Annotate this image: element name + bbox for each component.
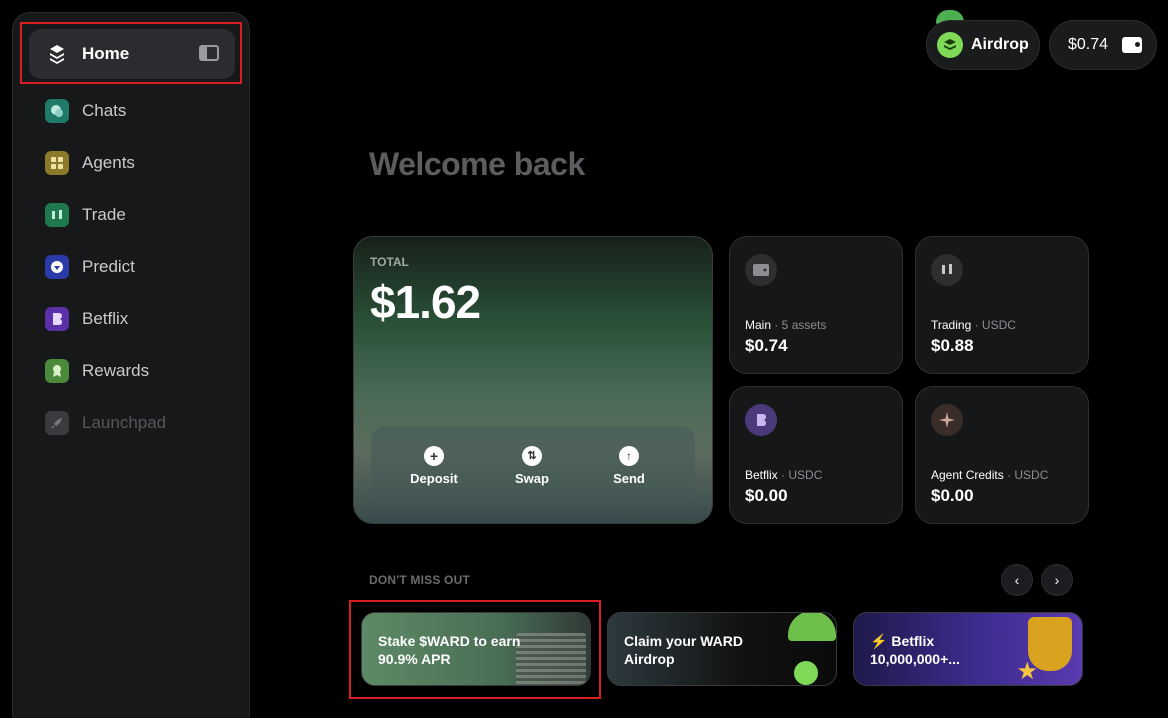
bolt-icon: ⚡ bbox=[870, 633, 888, 649]
sidebar-item-label: Chats bbox=[82, 101, 127, 120]
arrow-up-icon: ↑ bbox=[619, 446, 639, 466]
sidebar-item-label: Betflix bbox=[82, 309, 129, 328]
sidebar-item-label: Launchpad bbox=[82, 413, 167, 432]
swap-button[interactable]: ⇅ Swap bbox=[497, 446, 567, 486]
sidebar-item-rewards[interactable]: Rewards bbox=[29, 347, 235, 395]
swap-arrows-icon: ⇅ bbox=[522, 446, 542, 466]
sidebar-item-home[interactable]: Home bbox=[29, 29, 235, 79]
shield-heart-icon bbox=[45, 255, 69, 279]
swap-label: Swap bbox=[515, 471, 549, 486]
asset-name: Betflix · USDC bbox=[745, 468, 823, 482]
coin-stack-icon bbox=[516, 633, 586, 685]
airdrop-label: Airdrop bbox=[971, 36, 1029, 53]
chevron-left-icon: ‹ bbox=[1014, 572, 1020, 588]
sidebar-item-agents[interactable]: Agents bbox=[29, 139, 235, 187]
wallet-icon bbox=[745, 254, 777, 286]
deposit-button[interactable]: + Deposit bbox=[399, 446, 469, 486]
asset-card-main[interactable]: Main · 5 assets $0.74 bbox=[729, 236, 903, 374]
sidebar-item-label: Rewards bbox=[82, 361, 150, 380]
promo-text: ⚡ Betflix 10,000,000+... bbox=[870, 633, 960, 667]
chevron-right-icon: › bbox=[1054, 572, 1060, 588]
chat-bubbles-icon bbox=[45, 99, 69, 123]
asset-card-betflix[interactable]: Betflix · USDC $0.00 bbox=[729, 386, 903, 524]
sidebar-item-label: Agents bbox=[82, 153, 135, 172]
betflix-icon bbox=[745, 404, 777, 436]
promo-text: Claim your WARD Airdrop bbox=[624, 633, 744, 667]
asset-card-agent-credits[interactable]: Agent Credits · USDC $0.00 bbox=[915, 386, 1089, 524]
action-bar: + Deposit ⇅ Swap ↑ Send bbox=[371, 426, 695, 506]
asset-value: $0.74 bbox=[745, 336, 788, 355]
asset-name: Main · 5 assets bbox=[745, 318, 827, 332]
asset-card-trading[interactable]: Trading · USDC $0.88 bbox=[915, 236, 1089, 374]
badge-icon bbox=[45, 359, 69, 383]
star-icon: ★ bbox=[1016, 658, 1038, 685]
total-label: TOTAL bbox=[370, 255, 409, 269]
carousel-prev-button[interactable]: ‹ bbox=[1001, 564, 1033, 596]
section-heading: DON'T MISS OUT bbox=[369, 573, 470, 587]
candlestick-icon bbox=[45, 203, 69, 227]
promo-text: Stake $WARD to earn 90.9% APR bbox=[378, 633, 521, 667]
sidebar-item-label: Predict bbox=[82, 257, 135, 276]
candlestick-icon bbox=[931, 254, 963, 286]
app: Home Chats Agents Trade Predict Betflix … bbox=[0, 0, 1168, 718]
sidebar-collapse-icon[interactable] bbox=[199, 45, 219, 61]
wallet-icon bbox=[1122, 37, 1143, 53]
sidebar-item-predict[interactable]: Predict bbox=[29, 243, 235, 291]
asset-value: $0.00 bbox=[931, 486, 974, 505]
deposit-label: Deposit bbox=[410, 471, 458, 486]
carousel-next-button[interactable]: › bbox=[1041, 564, 1073, 596]
ward-logo-icon bbox=[45, 42, 69, 66]
ward-coin-icon bbox=[794, 661, 818, 685]
total-value: $1.62 bbox=[370, 276, 481, 328]
sidebar: Home Chats Agents Trade Predict Betflix … bbox=[12, 12, 250, 718]
page-title: Welcome back bbox=[369, 146, 585, 182]
parachute-icon bbox=[788, 613, 836, 641]
asset-name: Trading · USDC bbox=[931, 318, 1016, 332]
sidebar-item-label: Trade bbox=[82, 205, 126, 224]
betflix-icon bbox=[45, 307, 69, 331]
asset-value: $0.00 bbox=[745, 486, 788, 505]
sparkle-icon bbox=[931, 404, 963, 436]
promo-card-betflix[interactable]: ★ ⚡ Betflix 10,000,000+... bbox=[853, 612, 1083, 686]
sidebar-item-label: Home bbox=[82, 44, 130, 63]
sidebar-item-trade[interactable]: Trade bbox=[29, 191, 235, 239]
airdrop-button[interactable]: Airdrop bbox=[926, 20, 1040, 70]
asset-value: $0.88 bbox=[931, 336, 974, 355]
send-label: Send bbox=[613, 471, 645, 486]
ward-coin-icon bbox=[937, 32, 963, 58]
grid-icon bbox=[45, 151, 69, 175]
sidebar-item-betflix[interactable]: Betflix bbox=[29, 295, 235, 343]
sidebar-item-chats[interactable]: Chats bbox=[29, 87, 235, 135]
rocket-icon bbox=[45, 411, 69, 435]
plus-icon: + bbox=[424, 446, 444, 466]
send-button[interactable]: ↑ Send bbox=[594, 446, 664, 486]
promo-card-airdrop[interactable]: Claim your WARD Airdrop bbox=[607, 612, 837, 686]
promo-card-stake[interactable]: Stake $WARD to earn 90.9% APR bbox=[361, 612, 591, 686]
wallet-balance-button[interactable]: $0.74 bbox=[1049, 20, 1157, 70]
asset-name: Agent Credits · USDC bbox=[931, 468, 1049, 482]
sidebar-item-launchpad[interactable]: Launchpad bbox=[29, 399, 235, 447]
total-balance-card: TOTAL $1.62 + Deposit ⇅ Swap ↑ Send bbox=[353, 236, 713, 524]
wallet-balance: $0.74 bbox=[1068, 36, 1109, 53]
